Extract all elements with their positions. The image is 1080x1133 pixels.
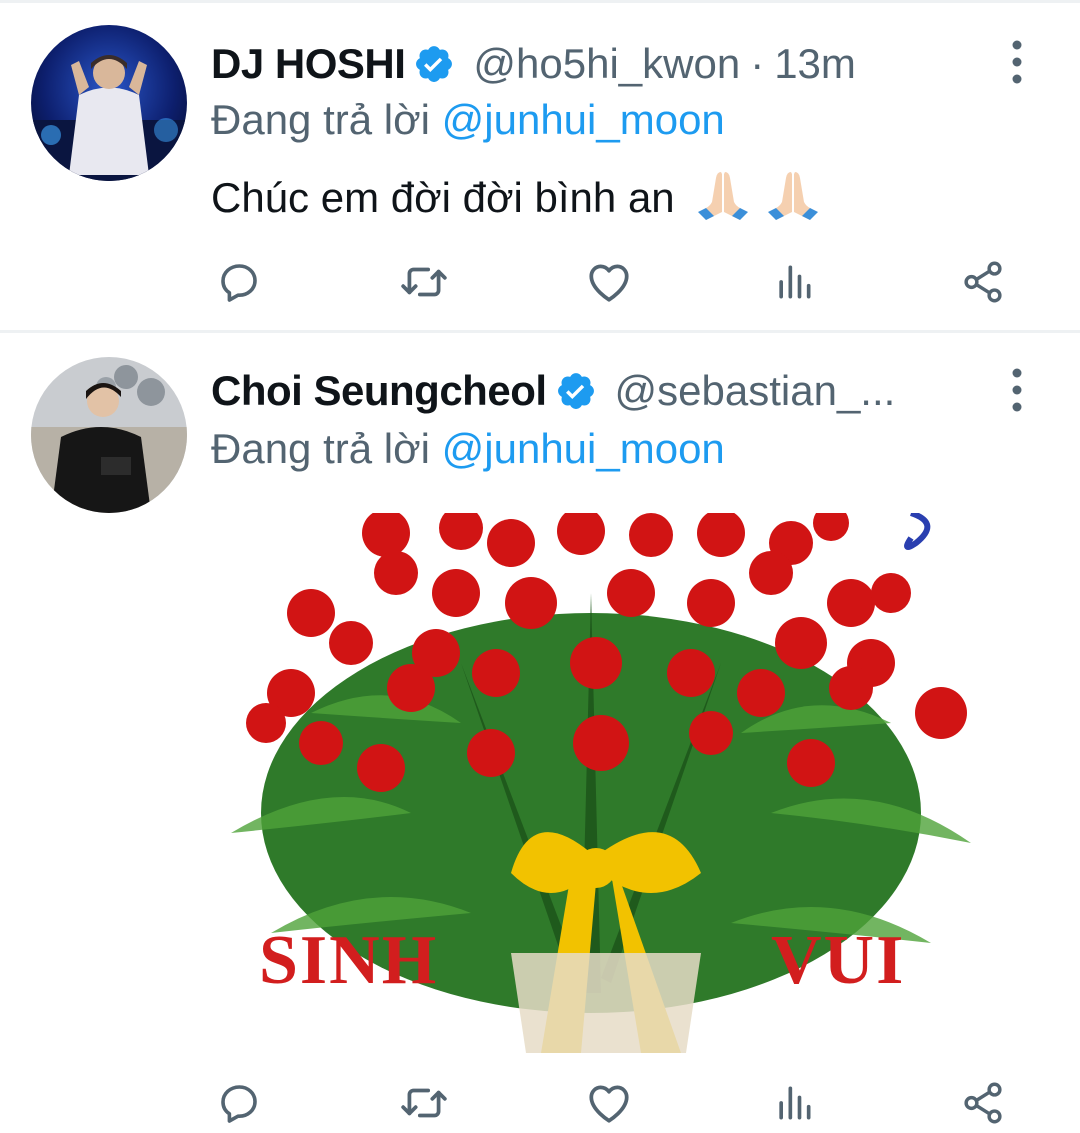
retweet-icon — [401, 267, 447, 297]
reply-button[interactable] — [211, 252, 267, 312]
replying-to: Đang trả lời @junhui_moon — [211, 96, 725, 144]
image-caption-left: SINH — [259, 922, 439, 999]
tweet-timestamp[interactable]: 13m — [774, 40, 856, 88]
verified-badge-icon — [416, 46, 453, 82]
tweet-text: Chúc em đời đời bình an — [211, 168, 820, 222]
reply-button[interactable] — [211, 1073, 267, 1133]
image-caption-right: VUI — [771, 922, 906, 999]
more-icon[interactable] — [1004, 38, 1030, 86]
share-button[interactable] — [955, 1073, 1011, 1133]
tweet[interactable]: Choi Seungcheol @sebastian_... Đang trả … — [0, 333, 1080, 1133]
like-button[interactable] — [581, 252, 637, 312]
reply-prefix: Đang trả lời — [211, 425, 430, 472]
tweet-media-image[interactable]: SINH VUI — [211, 513, 986, 1053]
views-button[interactable] — [766, 252, 822, 312]
tweet-actions — [211, 1073, 1011, 1133]
views-icon — [779, 1086, 811, 1120]
like-button[interactable] — [581, 1073, 637, 1133]
author-name[interactable]: DJ HOSHI — [211, 40, 406, 88]
reply-mention-link[interactable]: @junhui_moon — [442, 96, 725, 143]
retweet-icon — [401, 1088, 447, 1118]
views-button[interactable] — [766, 1073, 822, 1133]
tweet-header: DJ HOSHI @ho5hi_kwon · 13m — [211, 36, 970, 92]
avatar[interactable] — [31, 357, 187, 513]
folded-hands-icon — [768, 172, 819, 220]
like-icon — [589, 264, 629, 302]
retweet-button[interactable] — [396, 252, 452, 312]
replying-to: Đang trả lời @junhui_moon — [211, 425, 725, 473]
views-icon — [779, 265, 811, 299]
share-icon — [964, 1082, 1002, 1124]
like-icon — [589, 1085, 629, 1123]
retweet-button[interactable] — [396, 1073, 452, 1133]
avatar[interactable] — [31, 25, 187, 181]
reply-icon — [221, 1085, 257, 1123]
share-button[interactable] — [955, 252, 1011, 312]
folded-hands-icon — [698, 172, 749, 220]
reply-mention-link[interactable]: @junhui_moon — [442, 425, 725, 472]
author-name[interactable]: Choi Seungcheol — [211, 367, 547, 415]
reply-icon — [221, 264, 257, 302]
author-handle[interactable]: @ho5hi_kwon — [473, 40, 740, 88]
author-handle[interactable]: @sebastian_... — [615, 367, 896, 415]
share-icon — [964, 261, 1002, 303]
separator-dot: · — [750, 40, 765, 87]
tweet-body: Chúc em đời đời bình an — [211, 174, 675, 221]
verified-badge-icon — [557, 373, 594, 409]
reply-prefix: Đang trả lời — [211, 96, 430, 143]
tweet[interactable]: DJ HOSHI @ho5hi_kwon · 13m Đang trả lời … — [0, 0, 1080, 330]
tweet-header: Choi Seungcheol @sebastian_... — [211, 363, 970, 419]
tweet-actions — [211, 252, 1011, 312]
more-icon[interactable] — [1004, 366, 1030, 414]
